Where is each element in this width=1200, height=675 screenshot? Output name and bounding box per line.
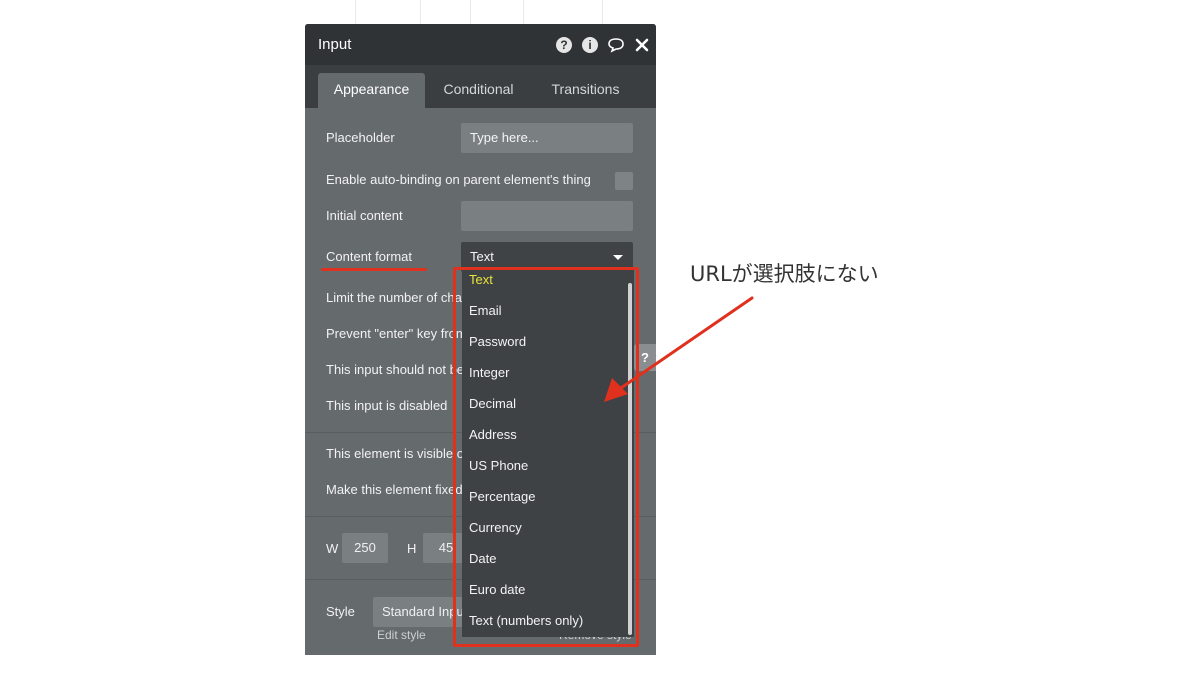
canvas-background — [305, 0, 655, 25]
initial-content-label: Initial content — [326, 208, 403, 223]
edit-style-link[interactable]: Edit style — [377, 628, 426, 642]
caret-down-icon — [613, 255, 623, 260]
info-icon[interactable]: i — [581, 36, 599, 54]
autobinding-checkbox[interactable] — [615, 172, 633, 190]
input-disabled-label: This input is disabled — [326, 398, 448, 413]
comment-icon[interactable] — [607, 36, 625, 54]
annotation-arrow-icon — [604, 296, 754, 402]
width-input[interactable]: 250 — [342, 533, 388, 563]
visible-on-load-label: This element is visible o — [326, 446, 464, 461]
tab-transitions[interactable]: Transitions — [537, 73, 634, 108]
help-icon[interactable]: ? — [555, 36, 573, 54]
panel-title: Input — [318, 36, 352, 53]
style-label: Style — [326, 604, 355, 619]
placeholder-label: Placeholder — [326, 130, 395, 145]
annotation-text: URLが選択肢にない — [690, 262, 879, 286]
content-format-label: Content format — [326, 249, 412, 264]
content-format-value: Text — [470, 249, 494, 264]
prevent-enter-label: Prevent "enter" key from — [326, 326, 467, 341]
tab-conditional[interactable]: Conditional — [430, 73, 527, 108]
panel-tabs: Appearance Conditional Transitions — [305, 65, 656, 108]
height-label: H — [407, 541, 417, 556]
close-icon[interactable] — [633, 36, 651, 54]
panel-titlebar: Input ? i — [305, 24, 656, 65]
width-label: W — [326, 541, 339, 556]
placeholder-input[interactable]: Type here... — [461, 123, 633, 153]
autobinding-label: Enable auto-binding on parent element's … — [326, 172, 591, 187]
limit-characters-label: Limit the number of cha — [326, 290, 462, 305]
should-not-be-empty-label: This input should not be — [326, 362, 465, 377]
initial-content-input[interactable] — [461, 201, 633, 231]
fixed-width-label: Make this element fixed — [326, 482, 463, 497]
tab-appearance[interactable]: Appearance — [318, 73, 425, 108]
annotation-underline — [321, 268, 427, 271]
